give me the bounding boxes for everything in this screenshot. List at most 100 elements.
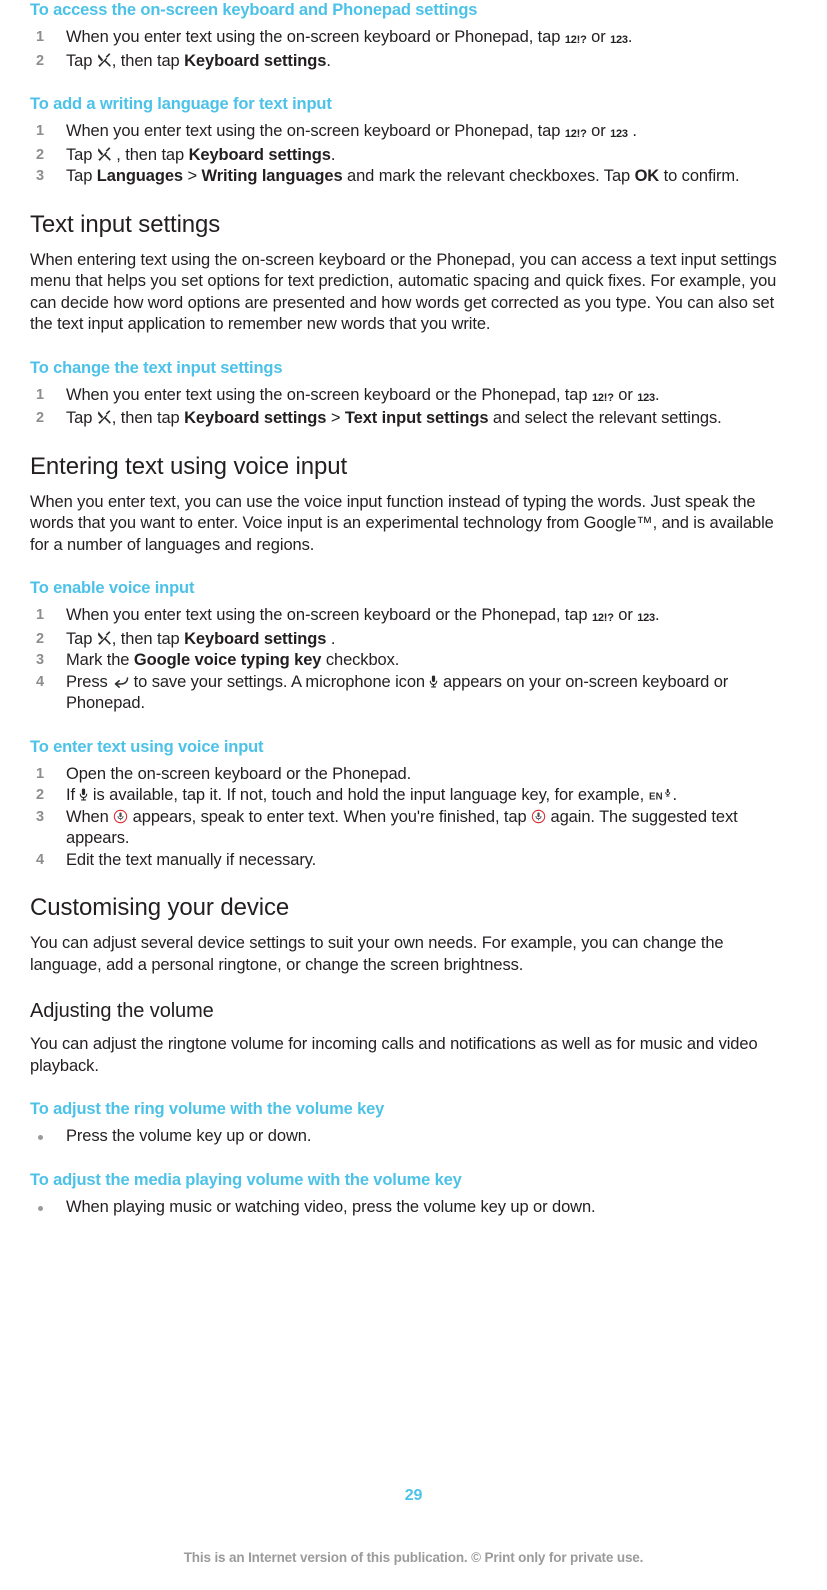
step-text: When [66,807,114,826]
content-block: Text input settings When entering text us… [30,210,797,358]
step-item: When appears, speak to enter text. When … [30,807,797,850]
back-arrow-icon [112,674,129,689]
step-text: When playing music or watching video, pr… [66,1197,596,1216]
keyboard-key-glyph: 123 [637,612,655,624]
ui-label: Google voice typing key [133,651,322,669]
task-heading: To adjust the ring volume with the volum… [30,1100,385,1118]
section-heading: Adjusting the volume [30,1000,214,1022]
numbered-step-list: When you enter text using the on-screen … [30,121,797,188]
numbered-step-list: When you enter text using the on-screen … [30,385,797,430]
step-text: . [627,122,637,140]
step-item: Open the on-screen keyboard or the Phone… [30,764,797,786]
step-item: If is available, tap it. If not, touch a… [30,785,797,807]
step-text: When you enter text using the on-screen … [66,606,592,624]
content-block: To enable voice input When you enter text… [30,578,797,737]
keyboard-key-glyph: 12!? [591,612,614,624]
step-text: Tap [66,51,97,70]
step-item: Press to save your settings. A microphon… [30,672,797,715]
step-text: Tap [66,409,97,427]
task-heading: To access the on-screen keyboard and Pho… [30,1,478,19]
content-block: Entering text using voice input When you … [30,452,797,579]
wrench-icon [97,146,112,162]
step-item: Tap , then tap Keyboard settings. [30,145,797,167]
microphone-recording-icon [531,809,546,824]
ui-label: Writing languages [201,167,343,185]
section-heading: Customising your device [30,894,290,921]
step-text: > [183,167,202,185]
page-number: 29 [404,1487,423,1504]
step-text: . [654,606,660,624]
task-heading: To add a writing language for text input [30,95,332,113]
content-block: To add a writing language for text input… [30,94,797,210]
step-text: appears, speak to enter text. When you'r… [128,807,532,826]
step-item: Tap , then tap Keyboard settings. [30,51,797,73]
body-paragraph: You can adjust several device settings t… [30,934,724,974]
ui-label: Keyboard settings [188,145,331,164]
step-item: Tap , then tap Keyboard settings . [30,629,797,651]
step-text: is available, tap it. If not, touch and … [88,786,649,804]
bullet-list: Press the volume key up or down. [30,1126,797,1148]
manual-page: To access the on-screen keyboard and Pho… [0,0,827,1590]
step-text: > [326,409,345,427]
step-item: When playing music or watching video, pr… [30,1197,797,1219]
keyboard-key-glyph: 12!? [591,391,614,404]
step-text: Edit the text manually if necessary. [66,850,317,869]
step-text: . [627,28,633,46]
step-text: , then tap [111,51,185,70]
step-text: or [613,385,638,404]
step-text: or [586,122,611,140]
ui-label: Keyboard settings [184,629,327,648]
en-microphone-key-icon: EN [649,787,673,802]
step-item: When you enter text using the on-screen … [30,27,797,51]
step-text: If [66,786,80,804]
keyboard-key-glyph: 12!? [564,34,587,46]
step-text: Tap [66,629,97,648]
numbered-step-list: When you enter text using the on-screen … [30,27,797,72]
wrench-icon [97,52,112,68]
keyboard-key-glyph: 123 [637,391,655,404]
content-block: To adjust the ring volume with the volum… [30,1099,797,1170]
step-text: Tap [66,145,97,164]
step-text: or [586,28,611,46]
step-text: Open the on-screen keyboard or the Phone… [66,764,412,783]
step-text: . [326,629,336,648]
content-block: To change the text input settings When yo… [30,358,797,452]
section-heading: Entering text using voice input [30,452,348,480]
keyboard-key-glyph: 123 [610,34,628,46]
ui-label: Keyboard settings [184,409,327,427]
step-item: When you enter text using the on-screen … [30,121,797,145]
ui-label: OK [634,167,660,185]
keyboard-key-glyph: 123 [610,128,628,140]
content-block: To adjust the media playing volume with … [30,1170,797,1241]
wrench-icon [97,630,112,646]
step-text: When you enter text using the on-screen … [66,28,565,46]
step-text: Tap [66,167,97,185]
step-text: , then tap [111,145,189,164]
step-text: or [613,606,638,624]
step-text: to save your settings. A microphone icon [129,672,430,691]
microphone-recording-icon [113,809,128,824]
step-item: Tap , then tap Keyboard settings > Text … [30,408,797,430]
page-content: To access the on-screen keyboard and Pho… [30,0,797,1240]
keyboard-key-glyph: 12!? [564,128,587,140]
step-text: . [330,145,336,164]
task-heading: To adjust the media playing volume with … [30,1170,462,1189]
ui-label: Text input settings [344,409,489,427]
step-text: Mark the [66,651,134,669]
step-text: Press [66,672,113,691]
step-text: Press the volume key up or down. [66,1127,312,1145]
step-text: checkbox. [321,651,400,669]
content-block: To access the on-screen keyboard and Pho… [30,0,797,94]
step-text: and mark the relevant checkboxes. Tap [342,167,635,185]
svg-text:EN: EN [649,792,663,802]
